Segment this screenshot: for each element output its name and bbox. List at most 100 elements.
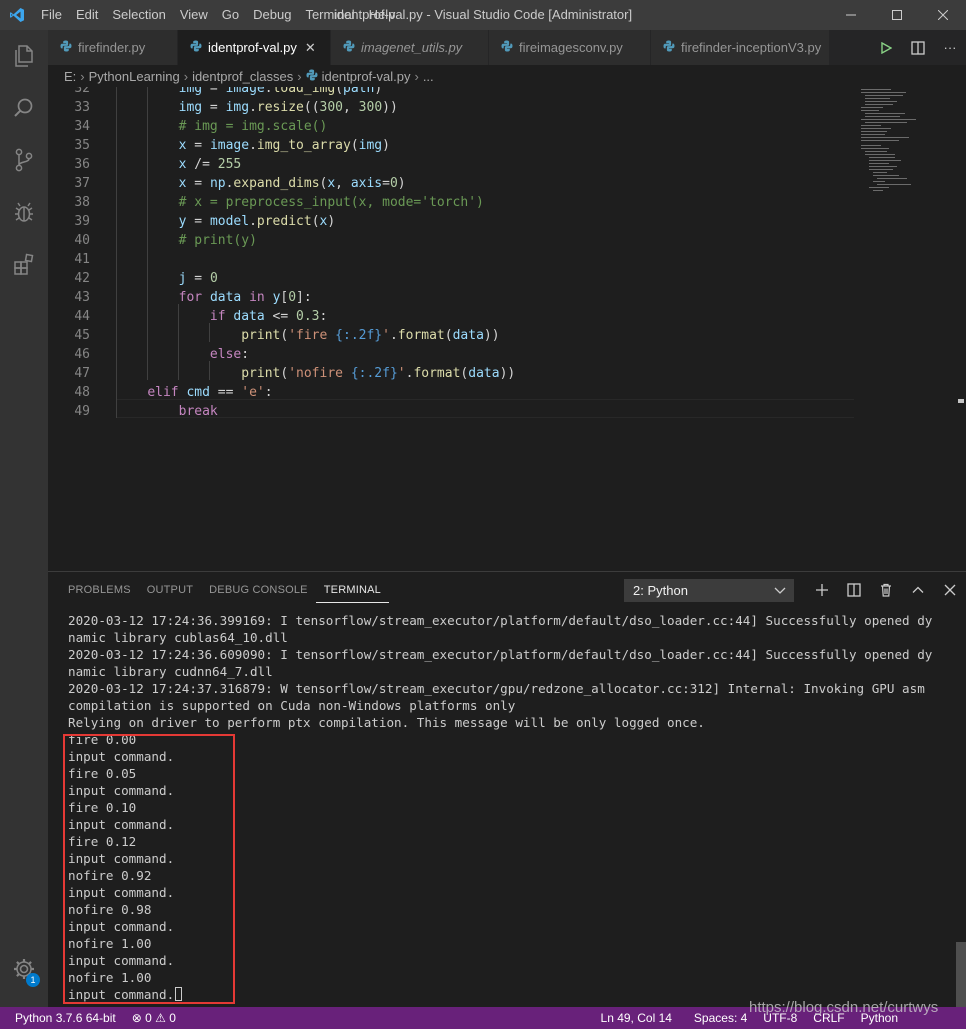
line-number: 46 [74, 347, 90, 362]
editor-actions: ··· [870, 30, 966, 65]
terminal-select[interactable]: 2: Python [624, 579, 794, 602]
panel-tab-debug-console[interactable]: DEBUG CONSOLE [201, 572, 316, 608]
run-python-file-icon[interactable] [870, 30, 902, 65]
terminal-scrollbar[interactable] [956, 942, 966, 1008]
line-number: 36 [74, 157, 90, 172]
minimize-button[interactable] [828, 0, 874, 30]
tab-label: firefinder-inceptionV3.py [681, 40, 822, 55]
menu-item-debug[interactable]: Debug [246, 0, 298, 30]
breadcrumb-item[interactable]: ... [423, 69, 434, 84]
source-control-icon[interactable] [0, 134, 48, 186]
warning-count: 0 [169, 1011, 176, 1025]
panel-tab-terminal[interactable]: TERMINAL [315, 577, 389, 603]
code-line: 36 x /= 255 [48, 155, 854, 174]
code-line: 37 x = np.expand_dims(x, axis=0) [48, 174, 854, 193]
extensions-icon[interactable] [0, 238, 48, 290]
tab-imagenet-utils-py[interactable]: imagenet_utils.py [331, 30, 489, 65]
cursor-position[interactable]: Ln 49, Col 14 [593, 1007, 680, 1029]
menu-item-help[interactable]: Help [362, 0, 403, 30]
line-number: 32 [74, 87, 90, 96]
vscode-logo-icon [0, 0, 34, 30]
code-line: 42 j = 0 [48, 269, 854, 288]
line-number: 44 [74, 309, 90, 324]
terminal-line: 2020-03-12 17:24:37.316879: W tensorflow… [68, 680, 948, 697]
breadcrumb: E: › PythonLearning › identprof_classes › iden… [48, 65, 966, 87]
terminal-line: Relying on driver to perform ptx compila… [68, 714, 948, 731]
explorer-icon[interactable] [0, 30, 48, 82]
line-number: 45 [74, 328, 90, 343]
title-bar: File Edit Selection View Go Debug Terminal Help… [0, 0, 966, 30]
code-text: print('nofire {:.2f}'.format(data)) [241, 366, 516, 381]
problems-status[interactable]: ⊗ 0 ⚠ 0 [124, 1007, 184, 1029]
minimap[interactable] [859, 87, 954, 197]
line-ending[interactable]: CRLF [805, 1007, 852, 1029]
more-actions-icon[interactable]: ··· [934, 30, 966, 65]
indentation[interactable]: Spaces: 4 [686, 1007, 755, 1029]
code-text: break [178, 404, 218, 419]
tab-fireimagesconv-py[interactable]: fireimagesconv.py [489, 30, 651, 65]
status-right: Ln 49, Col 14 Spaces: 4 UTF-8 CRLF Pytho… [593, 1007, 966, 1029]
terminal-line-text: 2020-03-12 17:24:37.316879: W tensorflow… [68, 681, 925, 696]
code-text: x /= 255 [178, 157, 242, 172]
python-file-icon [190, 40, 202, 55]
close-window-button[interactable] [920, 0, 966, 30]
tab-firefinder-py[interactable]: firefinder.py [48, 30, 178, 65]
search-icon[interactable] [0, 82, 48, 134]
line-number: 38 [74, 195, 90, 210]
code-line: 34 # img = img.scale() [48, 117, 854, 136]
encoding[interactable]: UTF-8 [755, 1007, 805, 1029]
bottom-panel: PROBLEMS OUTPUT DEBUG CONSOLE TERMINAL 2: P… [48, 571, 966, 1008]
close-tab-icon[interactable]: ✕ [305, 40, 316, 56]
code-text: x = np.expand_dims(x, axis=0) [178, 176, 406, 191]
activity-bar: 1 [0, 30, 48, 1007]
tab-identprof-val-py[interactable]: identprof-val.py ✕ [178, 30, 331, 65]
code-text: print('fire {:.2f}'.format(data)) [241, 328, 500, 343]
chevron-right-icon: › [297, 68, 302, 84]
breadcrumb-item[interactable]: E: [64, 69, 76, 84]
manage-gear-icon[interactable]: 1 [0, 943, 48, 995]
error-count: 0 [145, 1011, 152, 1025]
code-text: # print(y) [178, 233, 257, 248]
line-number: 41 [74, 252, 90, 267]
code-line: 40 # print(y) [48, 231, 854, 250]
code-line: 38 # x = preprocess_input(x, mode='torch… [48, 193, 854, 212]
menu-item-edit[interactable]: Edit [69, 0, 105, 30]
python-interpreter[interactable]: Python 3.7.6 64-bit [0, 1007, 124, 1029]
language-mode[interactable]: Python [853, 1007, 906, 1029]
code-text: if data <= 0.3: [209, 309, 328, 324]
split-terminal-icon[interactable] [838, 577, 870, 603]
menu-item-file[interactable]: File [34, 0, 69, 30]
split-editor-icon[interactable] [902, 30, 934, 65]
breadcrumb-item[interactable]: PythonLearning [89, 69, 180, 84]
debug-icon[interactable] [0, 186, 48, 238]
editor-scrollbar[interactable] [954, 87, 966, 571]
panel-tab-problems[interactable]: PROBLEMS [60, 572, 139, 608]
maximize-button[interactable] [874, 0, 920, 30]
menu-item-view[interactable]: View [173, 0, 215, 30]
menu-item-go[interactable]: Go [215, 0, 246, 30]
code-editor[interactable]: 32 img = image.load_img(path) 33 img = im… [48, 87, 966, 571]
code-text: x = image.img_to_array(img) [178, 138, 390, 153]
close-icon[interactable] [934, 577, 966, 603]
menu-item-selection[interactable]: Selection [105, 0, 172, 30]
line-number: 40 [74, 233, 90, 248]
menu-item-terminal[interactable]: Terminal [298, 0, 361, 30]
code-line: 32 img = image.load_img(path) [48, 87, 854, 98]
code-line: 33 img = img.resize((300, 300)) [48, 98, 854, 117]
line-number: 49 [74, 404, 90, 419]
breadcrumb-item[interactable]: identprof_classes [192, 69, 293, 84]
breadcrumb-item[interactable]: identprof-val.py [322, 69, 411, 84]
tab-firefinder-inceptionv3-py[interactable]: firefinder-inceptionV3.py [651, 30, 830, 65]
chevron-right-icon: › [80, 68, 85, 84]
terminal-line: 2020-03-12 17:24:36.609090: I tensorflow… [68, 646, 948, 663]
panel-tab-output[interactable]: OUTPUT [139, 572, 201, 608]
new-terminal-plus-icon[interactable] [806, 577, 838, 603]
code-line: 43 for data in y[0]: [48, 288, 854, 307]
chevron-up-icon[interactable] [902, 577, 934, 603]
terminal-line: namic library cudnn64_7.dll [68, 663, 948, 680]
python-file-icon [501, 40, 513, 55]
line-number: 35 [74, 138, 90, 153]
code-line: 41 [48, 250, 854, 269]
trash-icon[interactable] [870, 577, 902, 603]
tab-label: firefinder.py [78, 40, 146, 55]
